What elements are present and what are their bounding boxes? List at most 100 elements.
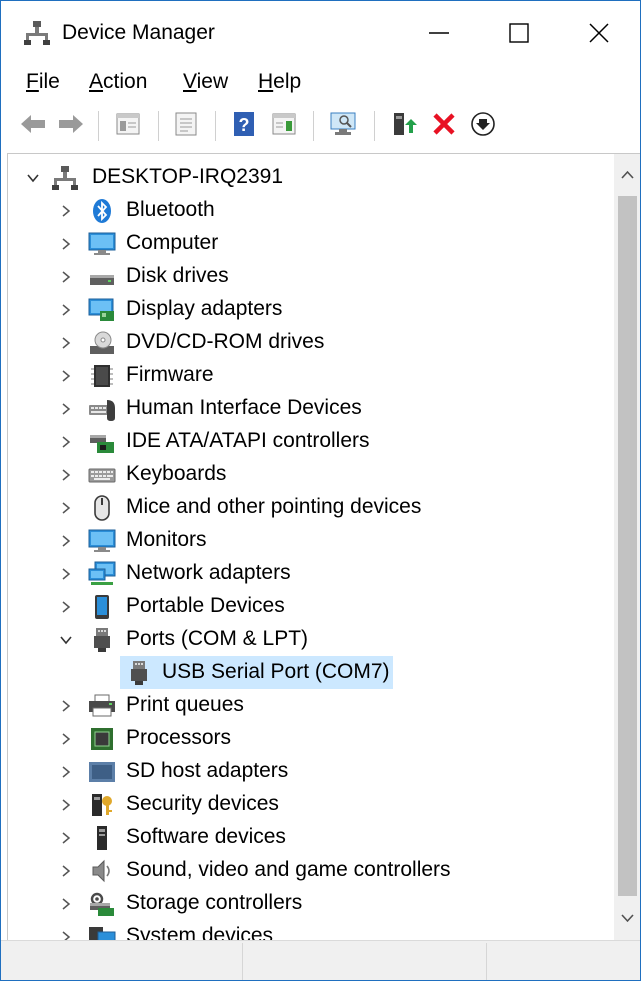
menu-help-accesskey: H	[258, 70, 274, 93]
tree-item-mice[interactable]: Mice and other pointing devices	[8, 491, 614, 524]
menu-view-label: iew	[196, 70, 229, 93]
chevron-right-icon[interactable]	[58, 731, 74, 747]
tree-item-storage-controllers[interactable]: Storage controllers	[8, 887, 614, 920]
menu-help[interactable]: Help	[258, 67, 301, 97]
monitor-icon	[88, 231, 116, 257]
scan-hardware-changes-button[interactable]	[326, 107, 360, 143]
tree-root-label: DESKTOP-IRQ2391	[92, 165, 284, 188]
tree-item-firmware[interactable]: Firmware	[8, 359, 614, 392]
menu-action[interactable]: Action	[89, 67, 147, 97]
tree-item-ports-com-lpt[interactable]: Ports (COM & LPT)	[8, 623, 614, 656]
display-adapter-icon	[88, 297, 114, 323]
tree-item-label: Disk drives	[126, 264, 229, 287]
uninstall-device-button[interactable]	[427, 107, 461, 143]
chevron-right-icon[interactable]	[58, 203, 74, 219]
minimize-icon	[429, 32, 449, 34]
tree-item-ide-ata-atapi-controllers[interactable]: IDE ATA/ATAPI controllers	[8, 425, 614, 458]
chevron-right-icon[interactable]	[58, 533, 74, 549]
chevron-right-icon[interactable]	[58, 302, 74, 318]
software-device-icon	[89, 825, 115, 851]
chevron-down-icon[interactable]	[25, 170, 41, 186]
storage-controller-icon	[88, 891, 114, 917]
tree-item-system-devices[interactable]: System devices	[8, 920, 614, 941]
tree-item-label: IDE ATA/ATAPI controllers	[126, 429, 370, 452]
scan-hardware-changes-icon	[330, 112, 356, 135]
chevron-right-icon[interactable]	[58, 335, 74, 351]
security-device-icon	[89, 792, 115, 818]
printer-icon	[88, 693, 115, 719]
tree-item-processors[interactable]: Processors	[8, 722, 614, 755]
scroll-down-button[interactable]	[614, 901, 640, 941]
vertical-scrollbar[interactable]	[614, 154, 640, 941]
tree-item-label: Bluetooth	[126, 198, 215, 221]
tree-root-desktop[interactable]: DESKTOP-IRQ2391	[8, 161, 614, 194]
tree-item-keyboards[interactable]: Keyboards	[8, 458, 614, 491]
disable-device-button[interactable]	[466, 107, 500, 143]
tree-item-label: Display adapters	[126, 297, 283, 320]
tree-item-label: System devices	[126, 924, 274, 941]
uninstall-device-icon	[433, 113, 455, 135]
chevron-right-icon[interactable]	[58, 896, 74, 912]
tree-item-sound-video-game-controllers[interactable]: Sound, video and game controllers	[8, 854, 614, 887]
toolbar-separator	[158, 111, 159, 141]
tree-item-security-devices[interactable]: Security devices	[8, 788, 614, 821]
chevron-right-icon[interactable]	[58, 830, 74, 846]
chevron-right-icon[interactable]	[58, 566, 74, 582]
show-hide-console-tree-button[interactable]	[111, 107, 145, 143]
toolbar-separator	[98, 111, 99, 141]
chevron-right-icon[interactable]	[58, 500, 74, 516]
tree-item-print-queues[interactable]: Print queues	[8, 689, 614, 722]
help-button[interactable]: ?	[227, 107, 261, 143]
tree-item-network-adapters[interactable]: Network adapters	[8, 557, 614, 590]
chevron-right-icon[interactable]	[58, 368, 74, 384]
port-icon	[126, 660, 152, 686]
scroll-up-button[interactable]	[614, 154, 640, 194]
chevron-right-icon[interactable]	[58, 797, 74, 813]
chevron-down-icon[interactable]	[58, 632, 74, 648]
chevron-right-icon[interactable]	[58, 764, 74, 780]
tree-item-human-interface-devices[interactable]: Human Interface Devices	[8, 392, 614, 425]
processor-icon	[89, 726, 115, 752]
device-manager-app-icon	[24, 21, 50, 45]
tree-item-bluetooth[interactable]: Bluetooth	[8, 194, 614, 227]
tree-item-disk-drives[interactable]: Disk drives	[8, 260, 614, 293]
back-icon	[21, 115, 45, 133]
close-button[interactable]	[560, 1, 640, 65]
tree-item-computer[interactable]: Computer	[8, 227, 614, 260]
chevron-right-icon[interactable]	[58, 863, 74, 879]
properties-button[interactable]	[169, 107, 203, 143]
chevron-right-icon[interactable]	[58, 599, 74, 615]
tree-item-label: USB Serial Port (COM7)	[162, 660, 390, 683]
tree-item-usb-serial-port-com7[interactable]: USB Serial Port (COM7)	[8, 656, 614, 689]
hid-icon	[88, 396, 115, 422]
chevron-right-icon[interactable]	[58, 698, 74, 714]
scrollbar-thumb[interactable]	[618, 196, 637, 896]
chip-icon	[89, 363, 115, 389]
update-driver-button[interactable]	[387, 107, 421, 143]
chevron-right-icon[interactable]	[58, 236, 74, 252]
show-action-pane-button[interactable]	[267, 107, 301, 143]
toolbar-separator	[374, 111, 375, 141]
back-button[interactable]	[16, 107, 50, 143]
monitor-icon	[88, 528, 116, 554]
chevron-right-icon[interactable]	[58, 269, 74, 285]
chevron-right-icon[interactable]	[58, 434, 74, 450]
tree-item-label: Mice and other pointing devices	[126, 495, 422, 518]
menu-view[interactable]: View	[183, 67, 228, 97]
tree-item-monitors[interactable]: Monitors	[8, 524, 614, 557]
tree-item-dvd-cd-rom-drives[interactable]: DVD/CD-ROM drives	[8, 326, 614, 359]
title-bar: Device Manager	[1, 1, 640, 65]
chevron-right-icon[interactable]	[58, 401, 74, 417]
menu-help-label: elp	[273, 70, 302, 93]
maximize-button[interactable]	[480, 1, 560, 65]
tree-item-label: SD host adapters	[126, 759, 289, 782]
tree-item-display-adapters[interactable]: Display adapters	[8, 293, 614, 326]
tree-item-software-devices[interactable]: Software devices	[8, 821, 614, 854]
minimize-button[interactable]	[400, 1, 480, 65]
tree-item-sd-host-adapters[interactable]: SD host adapters	[8, 755, 614, 788]
menu-file[interactable]: File	[26, 67, 60, 97]
tree-item-portable-devices[interactable]: Portable Devices	[8, 590, 614, 623]
forward-button[interactable]	[54, 107, 88, 143]
tree-item-label: Sound, video and game controllers	[126, 858, 451, 881]
chevron-right-icon[interactable]	[58, 467, 74, 483]
